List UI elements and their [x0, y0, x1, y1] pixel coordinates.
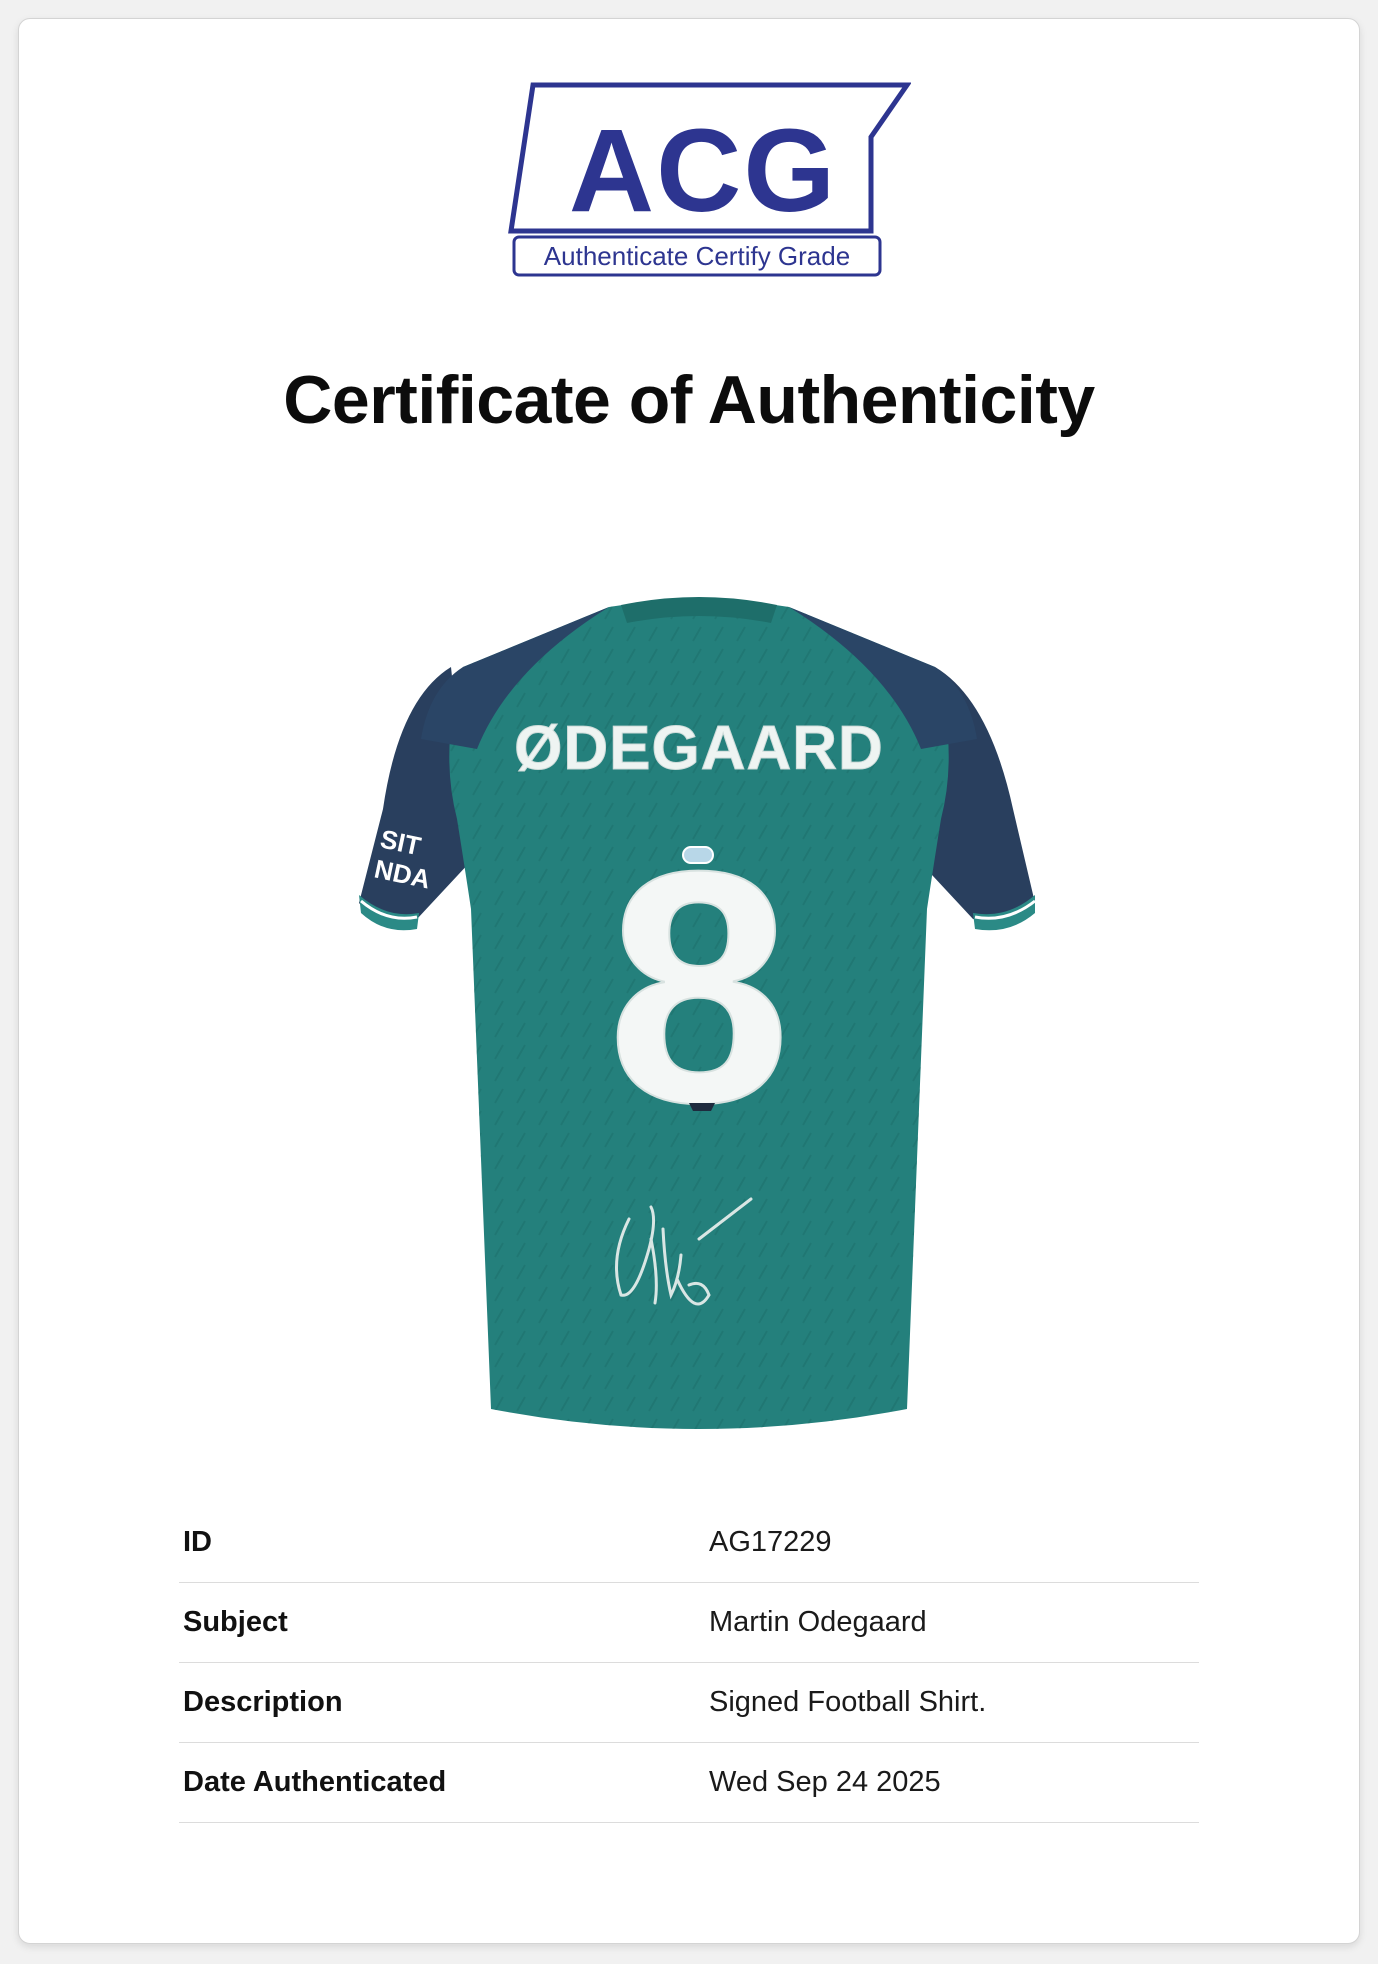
row-value: Martin Odegaard	[709, 1606, 927, 1638]
row-value: Signed Football Shirt.	[709, 1686, 987, 1718]
details-table: ID AG17229 Subject Martin Odegaard Descr…	[179, 1503, 1199, 1823]
crest-icon	[689, 1103, 715, 1111]
details-row-description: Description Signed Football Shirt.	[179, 1663, 1199, 1743]
details-row-date: Date Authenticated Wed Sep 24 2025	[179, 1743, 1199, 1823]
hologram-sticker	[682, 846, 714, 864]
signed-shirt-image: SIT NDA ØDEGAARD 8	[359, 597, 1036, 1429]
row-label: Description	[183, 1686, 343, 1718]
certificate-card: ACG Authenticate Certify Grade Certifica…	[18, 18, 1360, 1944]
details-row-id: ID AG17229	[179, 1503, 1199, 1583]
row-label: ID	[183, 1526, 212, 1558]
row-value: AG17229	[709, 1526, 832, 1558]
row-value: Wed Sep 24 2025	[709, 1766, 941, 1798]
details-row-subject: Subject Martin Odegaard	[179, 1583, 1199, 1663]
logo-letters: ACG	[569, 105, 837, 237]
row-label: Subject	[183, 1606, 288, 1638]
shirt-name-print: ØDEGAARD	[514, 714, 884, 783]
certificate-title: Certificate of Authenticity	[283, 362, 1095, 438]
acg-logo: ACG Authenticate Certify Grade	[508, 82, 911, 277]
logo-tagline: Authenticate Certify Grade	[544, 241, 850, 271]
row-label: Date Authenticated	[183, 1766, 447, 1798]
